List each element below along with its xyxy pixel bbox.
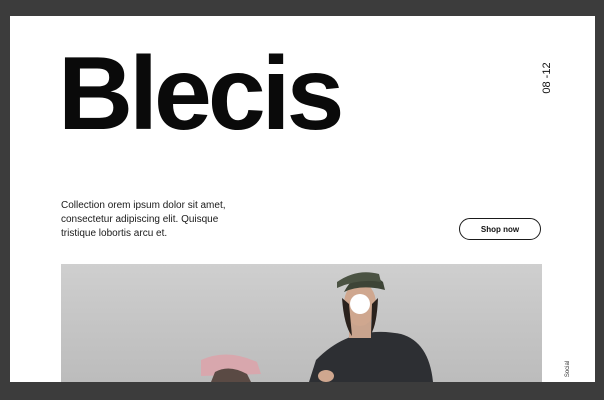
hero-photo-illustration [201, 272, 433, 382]
brand-title: Blecis [58, 36, 344, 152]
collection-description: Collection orem ipsum dolor sit amet, co… [61, 200, 226, 239]
hand-shape [318, 370, 334, 382]
date-label: 08 -12 [541, 62, 553, 94]
shop-now-button[interactable]: Shop now [459, 218, 541, 240]
landing-page: Blecis 08 -12 Collection orem ipsum dolo… [10, 16, 595, 382]
white-dot-overlay [350, 294, 370, 314]
hero-image [61, 264, 542, 382]
social-link[interactable]: Social [558, 359, 578, 379]
